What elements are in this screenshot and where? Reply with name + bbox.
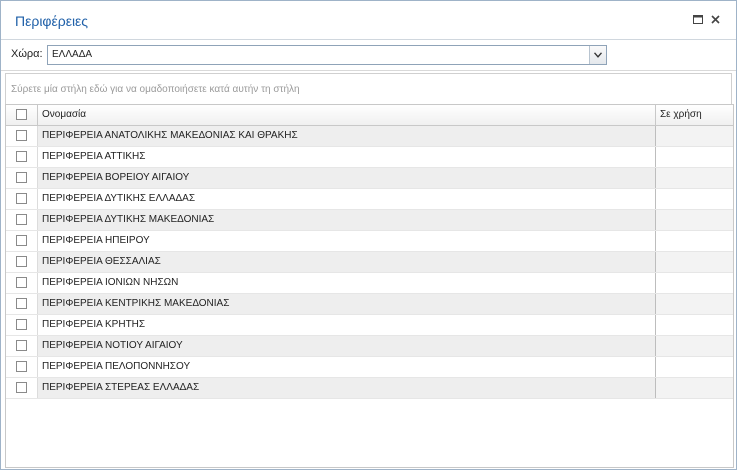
- country-combobox-value: ΕΛΛΑΔΑ: [52, 49, 93, 60]
- row-checkbox[interactable]: [16, 172, 27, 183]
- region-name-cell[interactable]: ΠΕΡΙΦΕΡΕΙΑ ΝΟΤΙΟΥ ΑΙΓΑΙΟΥ: [38, 336, 656, 356]
- chevron-down-icon: [594, 52, 602, 58]
- row-select-cell: [6, 210, 38, 230]
- column-header-in-use[interactable]: Σε χρήση: [656, 105, 733, 125]
- maximize-icon: [693, 14, 703, 24]
- close-button[interactable]: [708, 12, 722, 26]
- table-row[interactable]: ΠΕΡΙΦΕΡΕΙΑ ΗΠΕΙΡΟΥ: [6, 231, 733, 252]
- in-use-cell[interactable]: [656, 126, 733, 146]
- grid-header: Ονομασία Σε χρήση: [6, 105, 733, 126]
- table-row[interactable]: ΠΕΡΙΦΕΡΕΙΑ ΑΤΤΙΚΗΣ: [6, 147, 733, 168]
- region-name-cell[interactable]: ΠΕΡΙΦΕΡΕΙΑ ΣΤΕΡΕΑΣ ΕΛΛΑΔΑΣ: [38, 378, 656, 398]
- row-checkbox[interactable]: [16, 235, 27, 246]
- row-checkbox[interactable]: [16, 214, 27, 225]
- in-use-cell[interactable]: [656, 336, 733, 356]
- group-by-hint: Σύρετε μία στήλη εδώ για να ομαδοποιήσετ…: [11, 84, 300, 95]
- title-bar: Περιφέρειες: [1, 1, 736, 40]
- row-checkbox[interactable]: [16, 298, 27, 309]
- in-use-cell[interactable]: [656, 231, 733, 251]
- grid-rows: ΠΕΡΙΦΕΡΕΙΑ ΑΝΑΤΟΛΙΚΗΣ ΜΑΚΕΔΟΝΙΑΣ ΚΑΙ ΘΡΑ…: [6, 126, 733, 399]
- table-row[interactable]: ΠΕΡΙΦΕΡΕΙΑ ΚΕΝΤΡΙΚΗΣ ΜΑΚΕΔΟΝΙΑΣ: [6, 294, 733, 315]
- row-checkbox[interactable]: [16, 382, 27, 393]
- region-name-cell[interactable]: ΠΕΡΙΦΕΡΕΙΑ ΑΤΤΙΚΗΣ: [38, 147, 656, 167]
- table-row[interactable]: ΠΕΡΙΦΕΡΕΙΑ ΚΡΗΤΗΣ: [6, 315, 733, 336]
- in-use-cell[interactable]: [656, 294, 733, 314]
- region-name-cell[interactable]: ΠΕΡΙΦΕΡΕΙΑ ΔΥΤΙΚΗΣ ΜΑΚΕΔΟΝΙΑΣ: [38, 210, 656, 230]
- table-row[interactable]: ΠΕΡΙΦΕΡΕΙΑ ΒΟΡΕΙΟΥ ΑΙΓΑΙΟΥ: [6, 168, 733, 189]
- row-select-cell: [6, 273, 38, 293]
- row-checkbox[interactable]: [16, 151, 27, 162]
- country-dropdown-button[interactable]: [589, 46, 606, 64]
- table-row[interactable]: ΠΕΡΙΦΕΡΕΙΑ ΔΥΤΙΚΗΣ ΕΛΛΑΔΑΣ: [6, 189, 733, 210]
- country-combobox[interactable]: ΕΛΛΑΔΑ: [47, 45, 607, 65]
- row-select-cell: [6, 315, 38, 335]
- in-use-cell[interactable]: [656, 378, 733, 398]
- row-checkbox[interactable]: [16, 340, 27, 351]
- table-row[interactable]: ΠΕΡΙΦΕΡΕΙΑ ΝΟΤΙΟΥ ΑΙΓΑΙΟΥ: [6, 336, 733, 357]
- row-select-cell: [6, 168, 38, 188]
- region-name-cell[interactable]: ΠΕΡΙΦΕΡΕΙΑ ΗΠΕΙΡΟΥ: [38, 231, 656, 251]
- group-by-panel[interactable]: Σύρετε μία στήλη εδώ για να ομαδοποιήσετ…: [5, 73, 732, 104]
- row-select-cell: [6, 252, 38, 272]
- row-checkbox[interactable]: [16, 256, 27, 267]
- table-row[interactable]: ΠΕΡΙΦΕΡΕΙΑ ΘΕΣΣΑΛΙΑΣ: [6, 252, 733, 273]
- row-checkbox[interactable]: [16, 277, 27, 288]
- region-name-cell[interactable]: ΠΕΡΙΦΕΡΕΙΑ ΚΕΝΤΡΙΚΗΣ ΜΑΚΕΔΟΝΙΑΣ: [38, 294, 656, 314]
- row-checkbox[interactable]: [16, 130, 27, 141]
- row-checkbox[interactable]: [16, 193, 27, 204]
- regions-window: Περιφέρειες Χώρα: ΕΛΛΑΔΑ Σύρετε μία στήλ…: [0, 0, 737, 470]
- row-select-cell: [6, 189, 38, 209]
- in-use-cell[interactable]: [656, 315, 733, 335]
- row-select-cell: [6, 357, 38, 377]
- in-use-cell[interactable]: [656, 273, 733, 293]
- in-use-cell[interactable]: [656, 189, 733, 209]
- close-icon: [710, 14, 720, 24]
- region-name-cell[interactable]: ΠΕΡΙΦΕΡΕΙΑ ΒΟΡΕΙΟΥ ΑΙΓΑΙΟΥ: [38, 168, 656, 188]
- in-use-cell[interactable]: [656, 168, 733, 188]
- row-select-cell: [6, 147, 38, 167]
- in-use-cell[interactable]: [656, 210, 733, 230]
- country-label: Χώρα:: [11, 48, 43, 60]
- regions-grid: Ονομασία Σε χρήση ΠΕΡΙΦΕΡΕΙΑ ΑΝΑΤΟΛΙΚΗΣ …: [5, 104, 734, 468]
- row-select-cell: [6, 294, 38, 314]
- table-row[interactable]: ΠΕΡΙΦΕΡΕΙΑ ΣΤΕΡΕΑΣ ΕΛΛΑΔΑΣ: [6, 378, 733, 399]
- maximize-button[interactable]: [691, 12, 705, 26]
- region-name-cell[interactable]: ΠΕΡΙΦΕΡΕΙΑ ΘΕΣΣΑΛΙΑΣ: [38, 252, 656, 272]
- in-use-cell[interactable]: [656, 252, 733, 272]
- in-use-cell[interactable]: [656, 147, 733, 167]
- region-name-cell[interactable]: ΠΕΡΙΦΕΡΕΙΑ ΑΝΑΤΟΛΙΚΗΣ ΜΑΚΕΔΟΝΙΑΣ ΚΑΙ ΘΡΑ…: [38, 126, 656, 146]
- region-name-cell[interactable]: ΠΕΡΙΦΕΡΕΙΑ ΙΟΝΙΩΝ ΝΗΣΩΝ: [38, 273, 656, 293]
- row-select-cell: [6, 231, 38, 251]
- column-header-name[interactable]: Ονομασία: [38, 105, 656, 125]
- country-filter-row: Χώρα: ΕΛΛΑΔΑ: [1, 40, 736, 71]
- row-select-cell: [6, 126, 38, 146]
- select-all-checkbox[interactable]: [16, 109, 27, 120]
- region-name-cell[interactable]: ΠΕΡΙΦΕΡΕΙΑ ΔΥΤΙΚΗΣ ΕΛΛΑΔΑΣ: [38, 189, 656, 209]
- row-checkbox[interactable]: [16, 319, 27, 330]
- region-name-cell[interactable]: ΠΕΡΙΦΕΡΕΙΑ ΚΡΗΤΗΣ: [38, 315, 656, 335]
- table-row[interactable]: ΠΕΡΙΦΕΡΕΙΑ ΔΥΤΙΚΗΣ ΜΑΚΕΔΟΝΙΑΣ: [6, 210, 733, 231]
- row-select-cell: [6, 336, 38, 356]
- table-row[interactable]: ΠΕΡΙΦΕΡΕΙΑ ΠΕΛΟΠΟΝΝΗΣΟΥ: [6, 357, 733, 378]
- window-title: Περιφέρειες: [15, 13, 89, 29]
- region-name-cell[interactable]: ΠΕΡΙΦΕΡΕΙΑ ΠΕΛΟΠΟΝΝΗΣΟΥ: [38, 357, 656, 377]
- in-use-cell[interactable]: [656, 357, 733, 377]
- row-select-cell: [6, 378, 38, 398]
- row-checkbox[interactable]: [16, 361, 27, 372]
- table-row[interactable]: ΠΕΡΙΦΕΡΕΙΑ ΙΟΝΙΩΝ ΝΗΣΩΝ: [6, 273, 733, 294]
- select-all-header: [6, 105, 38, 125]
- table-row[interactable]: ΠΕΡΙΦΕΡΕΙΑ ΑΝΑΤΟΛΙΚΗΣ ΜΑΚΕΔΟΝΙΑΣ ΚΑΙ ΘΡΑ…: [6, 126, 733, 147]
